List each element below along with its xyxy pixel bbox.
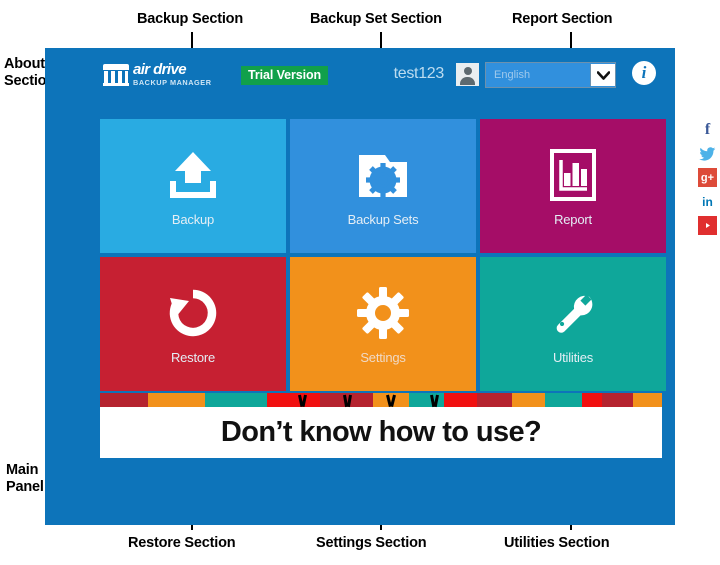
promo-stripe-segment [602,393,633,407]
logo-title: air drive [133,61,187,78]
tile-settings-label: Settings [360,349,406,365]
bar-chart-doc-icon [544,146,602,204]
youtube-icon[interactable] [698,216,717,235]
tile-utilities-label: Utilities [552,349,594,365]
trial-version-badge: Trial Version [241,66,329,85]
promo-people-silhouettes [343,393,352,408]
annotation-restore-section: Restore Section [128,535,236,551]
tile-report[interactable]: Report [480,119,666,253]
promo-people-silhouettes [430,393,439,408]
folder-gear-icon [354,146,412,204]
promo-stripe-segment [100,393,148,407]
promo-people-silhouettes [298,393,307,408]
annotation-report-section: Report Section [512,11,613,27]
facebook-icon[interactable]: f [698,120,717,139]
app-header: air drive BACKUP MANAGER Trial Version t… [45,48,675,100]
upload-arrow-icon [164,146,222,204]
airdrive-logo-icon [103,64,129,87]
tile-backup-label: Backup [171,211,215,227]
brand-logo: air drive BACKUP MANAGER [103,62,212,86]
info-icon[interactable]: i [632,61,656,85]
promo-stripe-segment [632,393,662,407]
tile-restore[interactable]: Restore [100,257,286,391]
promo-stripe-segment [545,393,583,407]
logo-subtitle: BACKUP MANAGER [133,78,212,87]
promo-stripe-segment [204,393,268,407]
promo-stripe-segment [409,393,445,407]
annotation-settings-section: Settings Section [316,535,427,551]
promo-stripe-segment [444,393,478,407]
wrench-icon [544,284,602,342]
tile-settings[interactable]: Settings [290,257,476,391]
tile-report-label: Report [554,211,592,227]
tile-backup-sets[interactable]: Backup Sets [290,119,476,253]
restore-arrow-icon [164,284,222,342]
chevron-down-icon[interactable] [590,64,615,86]
annotation-utilities-section: Utilities Section [504,535,610,551]
annotation-backup-set-section: Backup Set Section [310,11,442,27]
social-rail: f g+ in [698,120,717,235]
tile-backup[interactable]: Backup [100,119,286,253]
google-plus-icon[interactable]: g+ [698,168,717,187]
promo-stripe-segment [267,393,321,407]
language-select-value: English [494,69,531,81]
twitter-icon[interactable] [698,144,717,163]
language-select[interactable]: English [485,62,616,88]
promo-banner[interactable]: Don’t know how to use? [100,393,662,458]
tile-utilities[interactable]: Utilities [480,257,666,391]
username-label: test123 [393,65,445,82]
main-panel-tile-grid: Backup Backup Sets Report Restore Settin… [100,119,666,391]
gear-icon [354,284,412,342]
promo-stripe-segment [147,393,205,407]
linkedin-icon[interactable]: in [698,192,717,211]
promo-stripe-segment [512,393,546,407]
promo-stripe-segment [582,393,603,407]
promo-people-silhouettes [386,393,396,408]
promo-stripe [100,393,662,407]
tile-restore-label: Restore [170,349,216,365]
user-avatar-icon[interactable] [456,63,479,86]
application-window: air drive BACKUP MANAGER Trial Version t… [45,48,675,525]
tile-backup-sets-label: Backup Sets [347,211,419,227]
promo-headline: Don’t know how to use? [220,416,542,448]
annotation-backup-section: Backup Section [137,11,243,27]
annotation-main-panel: Main Panel [6,462,44,496]
promo-stripe-segment [477,393,513,407]
